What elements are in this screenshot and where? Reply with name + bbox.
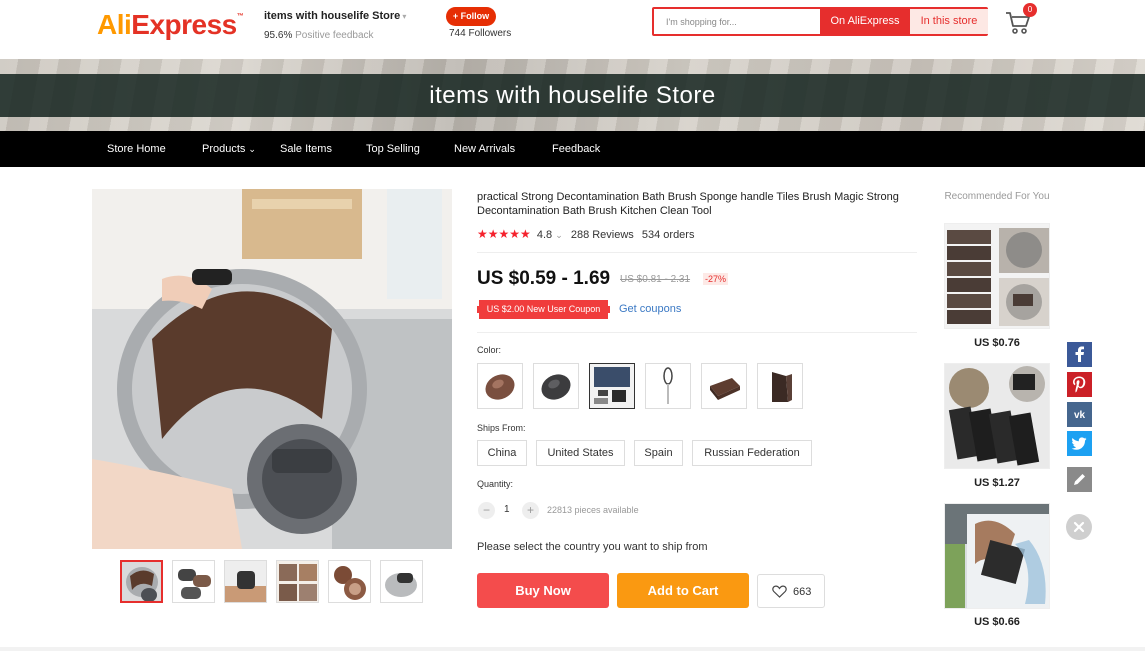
recommended-item-3-price[interactable]: US $0.66 [944,616,1050,628]
product-main-image[interactable] [92,189,452,549]
recommended-item-3-image[interactable] [944,503,1050,609]
svg-text:vk: vk [1074,410,1086,421]
thumbnail-4[interactable] [276,560,319,603]
facebook-icon[interactable] [1067,342,1092,367]
ship-from-spain[interactable]: Spain [634,440,683,466]
wishlist-count: 663 [793,586,812,598]
ships-from-label: Ships From: [477,423,526,433]
pieces-available: 22813 pieces available [547,505,639,515]
divider [0,647,1145,651]
quantity-label: Quantity: [477,479,514,489]
product-price: US $0.59 - 1.69 [477,268,611,289]
divider [477,332,917,333]
quantity-increase-button[interactable]: + [522,502,539,519]
search-bar: On AliExpress In this store [652,7,988,36]
color-swatch-wedge[interactable] [757,363,803,409]
nav-sale-items[interactable]: Sale Items [280,131,332,167]
banner-title: items with houselife Store [429,82,716,109]
followers-count: 744 Followers [449,28,512,39]
store-name-text: items with houselife Store [264,10,401,22]
chevron-down-icon[interactable]: ⌄ [555,230,563,240]
quantity-decrease-button[interactable]: − [478,502,495,519]
quantity-value[interactable]: 1 [504,504,510,515]
star-rating-icon: ★★★★★ [477,227,531,241]
search-input[interactable] [654,9,820,34]
color-swatch-brown-oval[interactable] [477,363,523,409]
divider [477,252,917,253]
thumbnail-3[interactable] [224,560,267,603]
vk-icon[interactable]: vk [1067,402,1092,427]
store-name-link[interactable]: items with houselife Store ▾ [264,10,406,22]
chevron-down-icon: ▾ [402,12,407,21]
rating-row: ★★★★★ 4.8 ⌄ 288 Reviews 534 orders [477,227,694,241]
follow-button[interactable]: + Follow [446,7,496,26]
logo-ali-text: Ali [97,9,132,40]
discount-badge: -27% [703,273,729,285]
color-swatch-black-oval[interactable] [533,363,579,409]
recommended-item-1-price[interactable]: US $0.76 [944,337,1050,349]
close-icon[interactable] [1066,514,1092,540]
logo-trademark: ™ [236,13,244,20]
pencil-icon[interactable] [1067,467,1092,492]
new-user-coupon[interactable]: US $2.00 New User Coupon [477,300,610,319]
store-banner: items with houselife Store [0,59,1145,131]
nav-feedback[interactable]: Feedback [552,131,600,167]
nav-new-arrivals[interactable]: New Arrivals [454,131,515,167]
search-on-aliexpress-button[interactable]: On AliExpress [820,9,910,34]
buy-now-button[interactable]: Buy Now [477,573,609,608]
color-label: Color: [477,345,502,355]
ship-from-china[interactable]: China [477,440,527,466]
ship-from-russian-federation[interactable]: Russian Federation [692,440,812,466]
twitter-icon[interactable] [1067,431,1092,456]
recommended-title: Recommended For You [944,191,1050,202]
nav-products-label: Products [202,143,246,155]
product-title: practical Strong Decontamination Bath Br… [477,191,899,217]
pinterest-icon[interactable] [1067,372,1092,397]
color-swatch-brown-block[interactable] [701,363,747,409]
orders-count: 534 orders [641,229,695,241]
add-to-cart-button[interactable]: Add to Cart [617,573,749,608]
cart-count-badge: 0 [1023,3,1037,17]
reviews-link[interactable]: 288 Reviews [571,229,634,241]
feedback-label: Positive feedback [295,30,374,41]
recommended-item-1-image[interactable] [944,223,1050,329]
nav-top-selling[interactable]: Top Selling [366,131,420,167]
color-swatch-set[interactable] [589,363,635,409]
logo-express-text: Express [131,9,237,40]
search-in-store-button[interactable]: In this store [910,9,988,34]
rating-value: 4.8 [536,229,553,241]
thumbnail-2[interactable] [172,560,215,603]
aliexpress-logo[interactable]: AliExpress™ [97,9,244,41]
nav-products[interactable]: Products ⌄ [202,131,256,167]
store-feedback: 95.6% Positive feedback [264,30,374,41]
nav-store-home[interactable]: Store Home [107,131,166,167]
ship-country-note: Please select the country you want to sh… [477,541,708,553]
thumbnail-5[interactable] [328,560,371,603]
thumbnail-6[interactable] [380,560,423,603]
feedback-value: 95.6% [264,30,293,41]
recommended-item-2-price[interactable]: US $1.27 [944,477,1050,489]
color-swatch-brush[interactable] [645,363,691,409]
original-price: US $0.81 - 2.31 [620,274,691,285]
thumbnail-1[interactable] [120,560,163,603]
wishlist-button[interactable]: 663 [757,574,825,608]
top-header: AliExpress™ items with houselife Store ▾ … [0,0,1145,59]
ship-from-united-states[interactable]: United States [536,440,625,466]
heart-icon [772,585,787,601]
get-coupons-link[interactable]: Get coupons [619,303,681,315]
chevron-down-icon: ⌄ [248,144,256,154]
store-nav: Store Home Products ⌄ Sale Items Top Sell… [0,131,1145,167]
recommended-item-2-image[interactable] [944,363,1050,469]
